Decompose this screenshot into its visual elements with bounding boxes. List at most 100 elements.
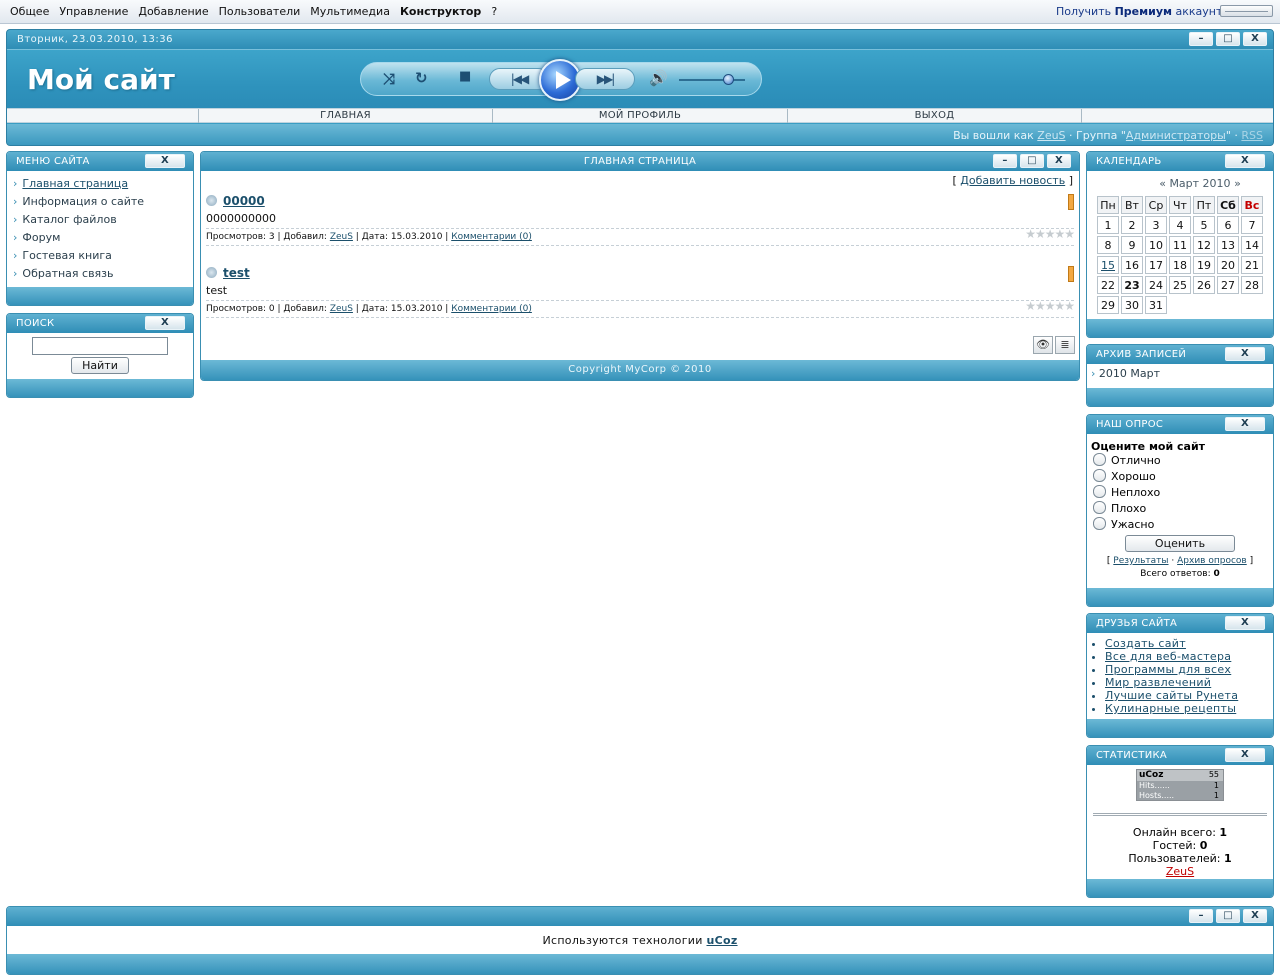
footer-minimize-button[interactable]: – [1189, 909, 1213, 923]
site-menu-close-button[interactable]: X [145, 154, 185, 168]
poll-results-link[interactable]: Результаты [1113, 556, 1168, 566]
nav-logout[interactable]: ВЫХОД [788, 109, 1082, 123]
calendar-day-header: Пт [1193, 196, 1215, 214]
archive-item[interactable]: › 2010 Март [1087, 364, 1273, 383]
main-maximize-button[interactable]: □ [1020, 154, 1044, 168]
login-user-link[interactable]: ZeuS [1037, 129, 1065, 142]
menu-item-guestbook[interactable]: Гостевая книга [13, 247, 187, 265]
news-title-link[interactable]: test [223, 266, 250, 280]
news-title-link[interactable]: 00000 [223, 194, 265, 208]
poll-links: [ Результаты · Архив опросов ] [1106, 556, 1254, 566]
stats-divider [1093, 813, 1267, 816]
calendar-empty [1169, 296, 1191, 314]
toolbar-toggle-slider[interactable] [1220, 5, 1273, 17]
friend-link[interactable]: Создать сайт [1105, 637, 1273, 650]
menu-item-forum[interactable]: Форум [13, 229, 187, 247]
menu-item-about[interactable]: Информация о сайте [13, 193, 187, 211]
archive-close-button[interactable]: X [1225, 347, 1265, 361]
poll-option-radio[interactable]: Отлично [1093, 453, 1269, 469]
poll-option-radio[interactable]: Неплохо [1093, 485, 1269, 501]
site-menu-header: МЕНЮ САЙТА X [7, 152, 193, 171]
footer-maximize-button[interactable]: □ [1216, 909, 1240, 923]
footer-close-button[interactable]: X [1243, 909, 1267, 923]
friends-block: ДРУЗЬЯ САЙТА X Создать сайт Все для веб-… [1086, 613, 1274, 738]
news-rss-icon[interactable] [1068, 194, 1074, 210]
rating-stars-icon[interactable]: ★★★★★ [1025, 227, 1075, 241]
search-input[interactable] [32, 337, 168, 355]
friend-link[interactable]: Лучшие сайты Рунета [1105, 689, 1273, 702]
maximize-button[interactable]: □ [1216, 32, 1240, 46]
poll-archive-link[interactable]: Архив опросов [1177, 556, 1247, 566]
poll-close-button[interactable]: X [1225, 417, 1265, 431]
main-close-button[interactable]: X [1047, 154, 1071, 168]
friend-link[interactable]: Мир развлечений [1105, 676, 1273, 689]
admin-menu-general[interactable]: Общее [6, 5, 55, 18]
news-author-link[interactable]: ZeuS [330, 304, 353, 314]
poll-option-radio[interactable]: Ужасно [1093, 517, 1269, 533]
calendar-day-header: Сб [1217, 196, 1239, 214]
calendar-day: 2 [1121, 216, 1143, 234]
admin-menu-manage[interactable]: Управление [55, 5, 134, 18]
menu-item-home[interactable]: Главная страница [13, 175, 187, 193]
calendar-day: 25 [1169, 276, 1191, 294]
friend-link[interactable]: Кулинарные рецепты [1105, 702, 1273, 715]
calendar-block: КАЛЕНДАРЬ X « Март 2010 » Пн Вт Ср Чт Пт… [1086, 151, 1274, 338]
rss-link[interactable]: RSS [1241, 129, 1263, 142]
main-minimize-button[interactable]: – [993, 154, 1017, 168]
stats-footer [1087, 879, 1273, 897]
login-group-link[interactable]: Администраторы [1126, 129, 1226, 142]
poll-option-radio[interactable]: Хорошо [1093, 469, 1269, 485]
stats-user-link[interactable]: ZeuS [1087, 865, 1273, 878]
search-footer [7, 379, 193, 397]
premium-link[interactable]: Получить Премиум аккаунт [1056, 5, 1222, 18]
admin-menu-users[interactable]: Пользователи [215, 5, 307, 18]
admin-menu-multimedia[interactable]: Мультимедиа [306, 5, 396, 18]
friend-link[interactable]: Программы для всех [1105, 663, 1273, 676]
search-close-button[interactable]: X [145, 316, 185, 330]
view-icon[interactable]: 👁 [1033, 336, 1053, 354]
news-comments-link[interactable]: Комментарии (0) [451, 232, 532, 242]
ucoz-link[interactable]: uCoz [706, 934, 737, 947]
news-bullet-icon [206, 195, 217, 206]
nav-spacer-left [7, 109, 199, 123]
admin-menu-help[interactable]: ? [487, 5, 503, 18]
calendar-close-button[interactable]: X [1225, 154, 1265, 168]
close-button[interactable]: X [1243, 32, 1267, 46]
calendar-header: КАЛЕНДАРЬ X [1087, 152, 1273, 171]
list-icon[interactable]: ≣ [1055, 336, 1075, 354]
rating-stars-icon[interactable]: ★★★★★ [1025, 299, 1075, 313]
calendar-empty [1217, 296, 1239, 314]
poll-header: НАШ ОПРОС X [1087, 415, 1273, 434]
calendar-prev-button[interactable]: « [1159, 177, 1166, 190]
header-window-buttons: – □ X [1189, 32, 1267, 46]
search-button[interactable]: Найти [71, 357, 129, 374]
poll-submit-button[interactable]: Оценить [1125, 535, 1235, 552]
news-text: 0000000000 [206, 212, 276, 225]
volume-icon: 🔊 [649, 69, 668, 87]
news-comments-link[interactable]: Комментарии (0) [451, 304, 532, 314]
add-news-link[interactable]: Добавить новость [960, 174, 1065, 187]
poll-form: Оцените мой сайт Отлично Хорошо Неплохо … [1087, 434, 1273, 585]
calendar-day-header: Вт [1121, 196, 1143, 214]
calendar-day: 5 [1193, 216, 1215, 234]
calendar-day: 8 [1097, 236, 1119, 254]
nav-profile[interactable]: МОЙ ПРОФИЛЬ [493, 109, 788, 123]
site-title[interactable]: Мой сайт [27, 63, 175, 96]
nav-home[interactable]: ГЛАВНАЯ [199, 109, 493, 123]
menu-item-feedback[interactable]: Обратная связь [13, 265, 187, 283]
friends-close-button[interactable]: X [1225, 616, 1265, 630]
friend-link[interactable]: Все для веб-мастера [1105, 650, 1273, 663]
site-footer: – □ X Используются технологии uCoz [6, 906, 1274, 975]
stats-close-button[interactable]: X [1225, 748, 1265, 762]
poll-option-radio[interactable]: Плохо [1093, 501, 1269, 517]
admin-menu-constructor[interactable]: Конструктор [396, 5, 487, 18]
minimize-button[interactable]: – [1189, 32, 1213, 46]
news-rss-icon[interactable] [1068, 266, 1074, 282]
admin-menu-add[interactable]: Добавление [134, 5, 214, 18]
menu-item-files[interactable]: Каталог файлов [13, 211, 187, 229]
calendar-day-link[interactable]: 15 [1097, 256, 1119, 274]
news-text: test [206, 284, 228, 297]
news-author-link[interactable]: ZeuS [330, 232, 353, 242]
ucoz-counter[interactable]: uCoz 55 Hits...... 1 Hosts..... 1 [1136, 769, 1224, 801]
calendar-next-button[interactable]: » [1234, 177, 1241, 190]
